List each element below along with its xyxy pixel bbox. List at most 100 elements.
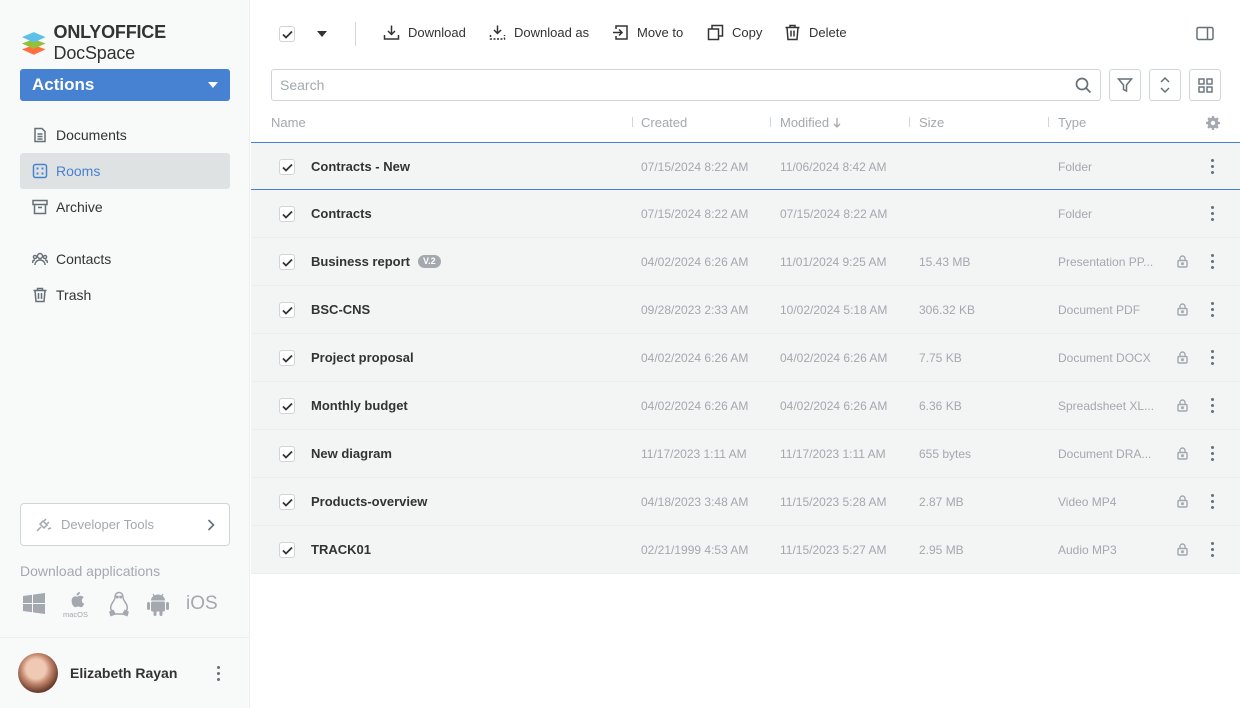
gear-icon[interactable] [1206,116,1220,130]
lock-icon[interactable] [1177,303,1188,316]
file-name[interactable]: Contracts [311,206,372,221]
table-row[interactable]: Project proposal 04/02/2024 6:26 AM 04/02/… [251,334,1240,382]
column-resizer[interactable] [632,117,633,127]
download-as-icon [489,25,506,40]
column-size[interactable]: Size [919,115,944,130]
row-menu-icon[interactable] [1210,302,1214,317]
file-name[interactable]: Project proposal [311,350,414,365]
lock-icon[interactable] [1177,543,1188,556]
download-button[interactable]: Download [383,24,466,41]
row-menu-icon[interactable] [1210,350,1214,365]
sidebar-item-contacts[interactable]: Contacts [20,241,230,277]
lock-icon[interactable] [1177,447,1188,460]
copy-button[interactable]: Copy [707,24,762,41]
modified-date: 11/15/2023 5:28 AM [780,495,887,509]
toolbar: Download Download as Move to Copy Delete [251,18,1240,50]
file-type: Folder [1058,207,1093,221]
row-checkbox[interactable] [279,206,295,222]
sidebar-item-rooms[interactable]: Rooms [20,153,230,189]
user-menu-icon[interactable] [216,665,220,681]
delete-button[interactable]: Delete [784,24,847,41]
search-input[interactable] [280,77,1075,93]
linux-icon[interactable] [108,591,130,617]
created-date: 09/28/2023 2:33 AM [641,303,749,317]
row-checkbox[interactable] [279,446,295,462]
trash-icon [33,287,47,303]
table-row[interactable]: TRACK01 02/21/1999 4:53 AM 11/15/2023 5:27… [251,526,1240,574]
version-badge[interactable]: V.2 [417,255,441,268]
move-to-button[interactable]: Move to [612,24,683,41]
search-icon[interactable] [1075,77,1092,94]
sort-button[interactable] [1149,69,1181,101]
file-type: Spreadsheet XL... [1058,399,1155,413]
file-name[interactable]: Business report V.2 [311,254,441,269]
row-checkbox[interactable] [279,302,295,318]
checkmark-icon [281,354,293,363]
column-resizer[interactable] [909,117,910,127]
download-as-button[interactable]: Download as [489,24,589,41]
select-all-checkbox[interactable] [279,26,295,42]
file-size: 15.43 MB [919,255,971,269]
row-menu-icon[interactable] [1210,159,1214,174]
sidebar-item-trash[interactable]: Trash [20,277,230,313]
file-name[interactable]: TRACK01 [311,542,371,557]
row-menu-icon[interactable] [1210,398,1214,413]
modified-date: 11/17/2023 1:11 AM [780,447,886,461]
row-menu-icon[interactable] [1210,542,1214,557]
brand-logo[interactable]: ONLYOFFICE DocSpace [20,22,249,64]
file-type: Video MP4 [1058,495,1117,509]
file-name[interactable]: BSC-CNS [311,302,370,317]
row-checkbox[interactable] [279,350,295,366]
table-row[interactable]: Monthly budget 04/02/2024 6:26 AM 04/02/20… [251,382,1240,430]
column-resizer[interactable] [770,117,771,127]
android-icon[interactable] [146,591,170,617]
user-profile[interactable]: Elizabeth Rayan [0,637,250,708]
table-row[interactable]: Contracts 07/15/2024 8:22 AM 07/15/2024 8:… [251,190,1240,238]
file-name[interactable]: Products-overview [311,494,427,509]
file-size: 2.95 MB [919,543,964,557]
developer-tools-button[interactable]: Developer Tools [20,503,230,546]
file-name[interactable]: Contracts - New [311,159,410,174]
table-row[interactable]: Contracts - New 07/15/2024 8:22 AM 11/06/2… [251,142,1240,190]
sidebar-item-documents[interactable]: Documents [20,117,230,153]
lock-icon[interactable] [1177,399,1188,412]
select-dropdown-icon[interactable] [317,31,327,37]
sidebar-item-archive[interactable]: Archive [20,189,230,225]
row-checkbox[interactable] [279,159,295,175]
column-name[interactable]: Name [271,115,306,130]
lock-icon[interactable] [1177,255,1188,268]
windows-icon[interactable] [22,592,46,616]
row-checkbox[interactable] [279,494,295,510]
search-bar [271,69,1101,101]
checkmark-icon [281,402,293,411]
row-checkbox[interactable] [279,398,295,414]
table-row[interactable]: Business report V.2 04/02/2024 6:26 AM 11/0… [251,238,1240,286]
file-name[interactable]: Monthly budget [311,398,408,413]
row-menu-icon[interactable] [1210,254,1214,269]
column-modified[interactable]: Modified [780,115,841,130]
row-menu-icon[interactable] [1210,206,1214,221]
filter-button[interactable] [1109,69,1141,101]
toolbar-divider [355,22,356,46]
lock-icon[interactable] [1177,351,1188,364]
actions-button[interactable]: Actions [20,69,230,101]
column-resizer[interactable] [1048,117,1049,127]
row-checkbox[interactable] [279,254,295,270]
file-size: 655 bytes [919,447,972,461]
rooms-icon [32,163,48,179]
row-menu-icon[interactable] [1210,494,1214,509]
lock-icon[interactable] [1177,495,1188,508]
file-name[interactable]: New diagram [311,446,392,461]
macos-icon[interactable]: macOS [62,590,92,618]
column-created[interactable]: Created [641,115,687,130]
ios-icon[interactable]: iOS [186,593,218,615]
column-type[interactable]: Type [1058,115,1086,130]
table-row[interactable]: New diagram 11/17/2023 1:11 AM 11/17/2023 … [251,430,1240,478]
view-toggle-button[interactable] [1189,69,1221,101]
row-checkbox[interactable] [279,542,295,558]
info-panel-icon[interactable] [1196,26,1214,41]
row-menu-icon[interactable] [1210,446,1214,461]
table-row[interactable]: Products-overview 04/18/2023 3:48 AM 11/15… [251,478,1240,526]
table-row[interactable]: BSC-CNS 09/28/2023 2:33 AM 10/02/2024 5:18… [251,286,1240,334]
avatar[interactable] [18,653,58,693]
